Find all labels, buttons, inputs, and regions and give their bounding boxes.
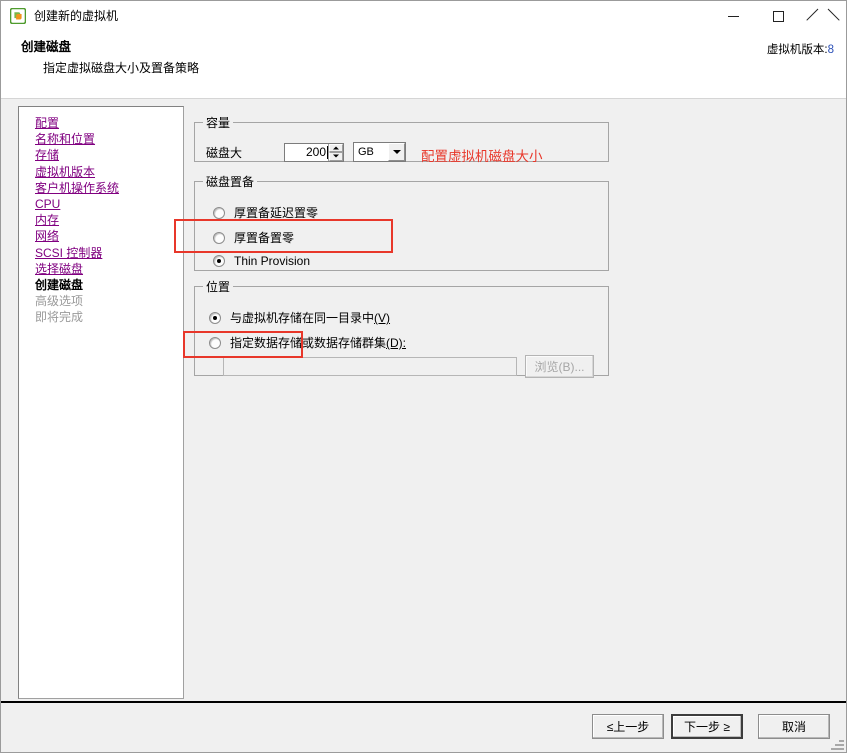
radio-thick-eager-zeroed[interactable]: 厚置备置零 xyxy=(213,229,294,246)
radio-specify-datastore-label: 指定数据存储或数据存储群集(D): xyxy=(230,336,407,350)
radio-specify-datastore-indicator[interactable] xyxy=(209,336,221,349)
page-subtitle: 指定虚拟磁盘大小及置备策略 xyxy=(43,61,200,75)
radio-thick-lazy-zeroed[interactable]: 厚置备延迟置零 xyxy=(213,204,318,221)
wizard-body: 配置 名称和位置 存储 虚拟机版本 客户机操作系统 CPU 内存 网络 SCSI… xyxy=(1,99,846,701)
back-button[interactable]: ≤上一步 xyxy=(592,714,664,739)
chevron-down-icon[interactable] xyxy=(388,143,405,161)
wizard-content: 容量 磁盘大 GB 配 xyxy=(194,106,836,701)
radio-same-as-vm-label: 与虚拟机存储在同一目录中(V) xyxy=(230,311,391,325)
radio-thick-eager-zeroed-label: 厚置备置零 xyxy=(234,231,295,245)
vm-wizard-icon xyxy=(9,7,27,25)
cancel-button[interactable]: 取消 xyxy=(758,714,830,739)
sidebar-item-name-location[interactable]: 名称和位置 xyxy=(35,131,183,147)
location-group: 位置 与虚拟机存储在同一目录中(V) 指定数据存储或数据存储群集(D): 浏览(… xyxy=(194,278,609,378)
radio-specify-datastore-mnemonic: (D): xyxy=(386,336,407,350)
page-title: 创建磁盘 xyxy=(21,40,72,54)
radio-specify-datastore[interactable]: 指定数据存储或数据存储群集(D): xyxy=(209,334,406,351)
radio-same-as-vm-mnemonic: (V) xyxy=(374,311,391,325)
capacity-annotation: 配置虚拟机磁盘大小 xyxy=(421,149,543,164)
radio-thick-lazy-zeroed-indicator[interactable] xyxy=(213,206,225,219)
close-icon xyxy=(817,10,830,23)
radio-same-as-vm-indicator[interactable] xyxy=(209,311,221,324)
disk-size-row: 磁盘大 GB xyxy=(206,142,406,162)
disk-provisioning-legend: 磁盘置备 xyxy=(206,175,255,189)
datastore-path-input[interactable] xyxy=(223,357,517,376)
capacity-group: 容量 磁盘大 GB 配 xyxy=(194,114,609,164)
location-group-legend: 位置 xyxy=(206,280,231,294)
window-title: 创建新的虚拟机 xyxy=(34,9,119,23)
browse-button[interactable]: 浏览(B)... xyxy=(525,355,594,378)
maximize-icon xyxy=(773,10,784,22)
sidebar-item-storage[interactable]: 存储 xyxy=(35,147,183,163)
radio-thin-provision-indicator[interactable] xyxy=(213,255,225,267)
sidebar-item-network[interactable]: 网络 xyxy=(35,228,183,244)
sidebar-item-create-disk[interactable]: 创建磁盘 xyxy=(35,277,183,293)
sidebar-item-guest-os[interactable]: 客户机操作系统 xyxy=(35,180,183,196)
hardware-version: 虚拟机版本:8 xyxy=(767,41,834,57)
resize-grip[interactable] xyxy=(829,735,845,751)
sidebar-item-config[interactable]: 配置 xyxy=(35,115,183,131)
disk-provisioning-group: 磁盘置备 厚置备延迟置零 厚置备置零 Thin Provision xyxy=(194,173,609,271)
sidebar-item-ready-to-complete: 即将完成 xyxy=(35,310,84,325)
maximize-button[interactable] xyxy=(756,1,801,31)
wizard-step-list: 配置 名称和位置 存储 虚拟机版本 客户机操作系统 CPU 内存 网络 SCSI… xyxy=(18,106,184,699)
disk-size-unit-select[interactable]: GB xyxy=(353,142,406,162)
sidebar-item-advanced-options: 高级选项 xyxy=(35,294,84,309)
disk-size-spin-arrows xyxy=(328,143,343,161)
title-bar: 创建新的虚拟机 xyxy=(1,1,846,31)
radio-same-as-vm[interactable]: 与虚拟机存储在同一目录中(V) xyxy=(209,309,390,326)
spin-up-icon[interactable] xyxy=(329,143,343,152)
disk-size-label: 磁盘大 xyxy=(206,145,243,160)
spin-down-icon[interactable] xyxy=(329,152,343,161)
close-button[interactable] xyxy=(801,1,846,31)
sidebar-item-scsi-controller[interactable]: SCSI 控制器 xyxy=(35,245,183,261)
sidebar-item-select-disk[interactable]: 选择磁盘 xyxy=(35,261,183,277)
disk-size-unit-value: GB xyxy=(358,146,374,158)
hardware-version-label: 虚拟机版本: xyxy=(766,44,828,56)
disk-size-input[interactable] xyxy=(285,143,327,161)
radio-thick-lazy-zeroed-label: 厚置备延迟置零 xyxy=(234,206,319,220)
wizard-window: 创建新的虚拟机 创建磁盘 指定虚拟磁盘大小及置备策略 虚拟机版本:8 配置 名称… xyxy=(0,0,847,753)
next-button[interactable]: 下一步 ≥ xyxy=(671,714,743,739)
sidebar-item-memory[interactable]: 内存 xyxy=(35,212,183,228)
radio-thick-eager-zeroed-indicator[interactable] xyxy=(213,231,225,244)
wizard-header: 创建磁盘 指定虚拟磁盘大小及置备策略 虚拟机版本:8 xyxy=(1,31,846,99)
window-controls xyxy=(711,1,846,31)
capacity-group-legend: 容量 xyxy=(206,116,231,130)
sidebar-item-cpu[interactable]: CPU xyxy=(35,196,183,212)
radio-thin-provision[interactable]: Thin Provision xyxy=(213,254,310,268)
minimize-button[interactable] xyxy=(711,1,756,31)
hardware-version-value: 8 xyxy=(827,44,834,56)
minimize-icon xyxy=(728,15,739,17)
disk-size-stepper[interactable] xyxy=(284,142,344,162)
wizard-footer: ≤上一步 下一步 ≥ 取消 xyxy=(1,701,846,752)
radio-thin-provision-label: Thin Provision xyxy=(234,254,311,268)
sidebar-item-vm-version[interactable]: 虚拟机版本 xyxy=(35,164,183,180)
